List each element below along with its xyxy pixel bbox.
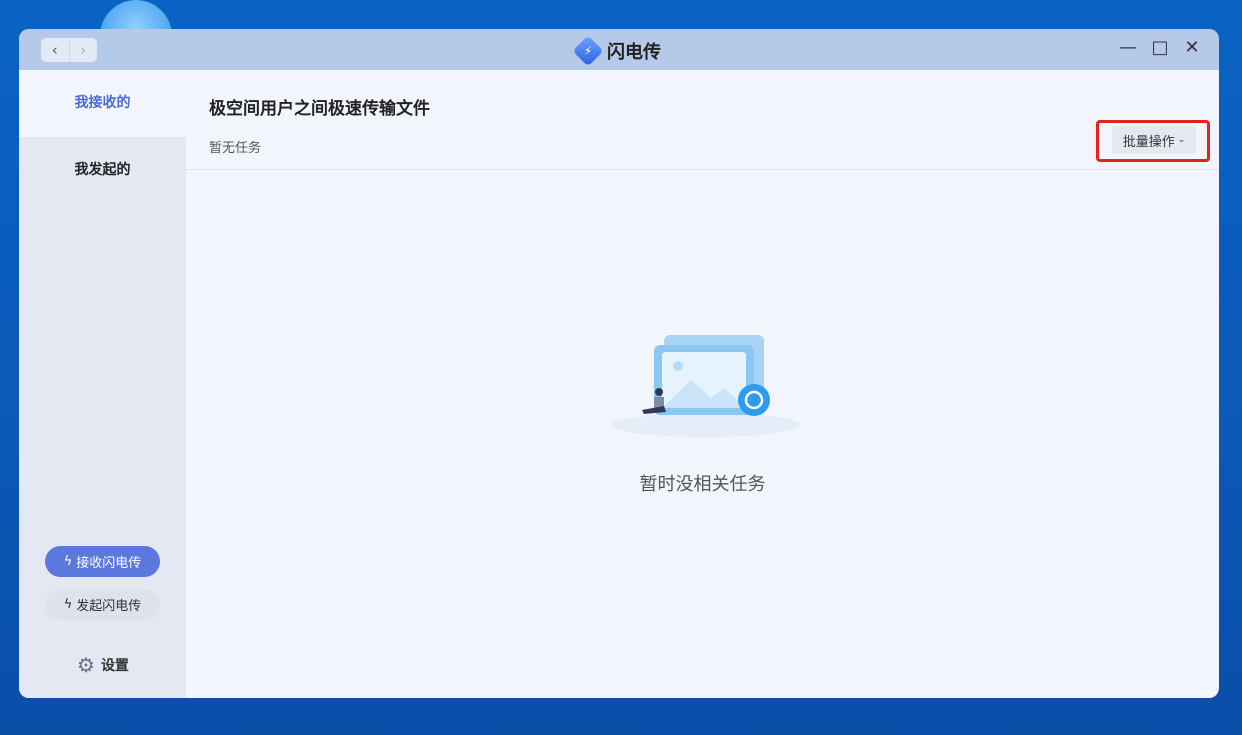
chevron-down-icon: ⌄ (1177, 135, 1186, 145)
empty-state-text: 暂时没相关任务 (639, 474, 766, 495)
settings-button[interactable]: ⚙ 设置 (77, 653, 129, 677)
page-title: 极空间用户之间极速传输文件 (209, 99, 430, 119)
sidebar: 我接收的 我发起的 ϟ 接收闪电传 ϟ 发起闪电传 ⚙ 设置 (19, 70, 186, 698)
window-controls: — □ ✕ (1119, 37, 1201, 58)
task-status: 暂无任务 (209, 141, 262, 156)
lightning-plus-icon: ϟ (63, 597, 73, 612)
nav-buttons: ‹ › (41, 38, 97, 62)
forward-button[interactable]: › (68, 38, 98, 62)
sidebar-item-received[interactable]: 我接收的 (19, 70, 186, 137)
receive-flash-button[interactable]: ϟ 接收闪电传 (45, 546, 160, 577)
close-button[interactable]: ✕ (1183, 37, 1201, 58)
lightning-icon: ϟ (63, 554, 73, 569)
header-divider (186, 169, 1219, 170)
empty-state-illustration (611, 335, 801, 437)
app-window: ‹ › ⚡ 闪电传 — □ ✕ 我接收的 我发起的 ϟ 接收闪电传 ϟ 发起闪电… (19, 29, 1219, 698)
send-flash-button[interactable]: ϟ 发起闪电传 (45, 589, 160, 620)
app-title: ⚡ 闪电传 (572, 35, 661, 67)
app-title-text: 闪电传 (607, 42, 661, 63)
lightning-logo-icon: ⚡ (572, 35, 604, 67)
receive-flash-label: 接收闪电传 (76, 556, 142, 571)
minimize-button[interactable]: — (1119, 37, 1137, 58)
maximize-button[interactable]: □ (1151, 37, 1169, 58)
send-flash-label: 发起闪电传 (76, 599, 142, 614)
back-button[interactable]: ‹ (41, 38, 69, 62)
batch-operations-label: 批量操作 (1122, 134, 1175, 150)
settings-label: 设置 (100, 658, 129, 674)
title-bar: ‹ › ⚡ 闪电传 — □ ✕ (19, 29, 1219, 70)
gear-icon: ⚙ (77, 653, 95, 677)
main-panel: 极空间用户之间极速传输文件 暂无任务 批量操作 ⌄ 暂时没相关任务 (186, 70, 1219, 698)
batch-operations-button[interactable]: 批量操作 ⌄ (1112, 126, 1196, 154)
sidebar-item-sent[interactable]: 我发起的 (19, 137, 186, 204)
